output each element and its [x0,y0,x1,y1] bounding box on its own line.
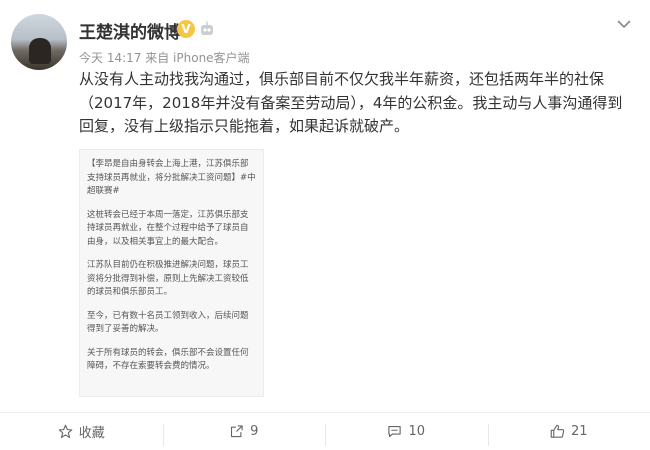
like-count: 21 [571,424,588,439]
like-button[interactable]: 21 [488,424,650,439]
favorite-label: 收藏 [79,422,105,441]
post-content: 从没有人主动找我沟通过，俱乐部目前不仅欠我半年薪资，还包括两年半的社保（2017… [79,68,635,139]
image-paragraph: 【李昂是自由身转会上海上港，江苏俱乐部支持球员再就业，将分批解决工资问题】#中超… [87,158,256,199]
robot-icon [199,21,215,36]
attached-image[interactable]: 【李昂是自由身转会上海上港，江苏俱乐部支持球员再就业，将分批解决工资问题】#中超… [79,149,264,397]
repost-button[interactable]: 9 [163,424,326,439]
action-bar: 收藏 9 10 21 [0,412,650,450]
repost-count: 9 [250,424,258,439]
image-paragraph: 关于所有球员的转会，俱乐部不会设置任何障碍，不存在索要转会费的情况。 [87,347,256,374]
comment-icon [387,424,402,439]
comment-button[interactable]: 10 [325,424,488,439]
star-icon [58,424,73,439]
image-paragraph: 这桩转会已经于本周一落定，江苏俱乐部支持球员再就业，在整个过程中给予了球员自由身… [87,209,256,250]
more-chevron-icon[interactable] [616,16,632,32]
thumb-up-icon [550,424,565,439]
post-source[interactable]: 来自 iPhone客户端 [145,51,249,65]
post-meta: 今天 14:17 来自 iPhone客户端 [79,49,250,66]
comment-count: 10 [408,424,425,439]
share-icon [229,424,244,439]
image-paragraph: 江苏队目前仍在积极推进解决问题，球员工资将分批得到补偿，原则上先解决工资较低的球… [87,259,256,300]
image-paragraph: 至今，已有数十名员工领到收入，后续问题得到了妥善的解决。 [87,310,256,337]
avatar[interactable] [11,14,67,70]
author-name[interactable]: 王楚淇的微博 [79,18,181,43]
verified-badge-icon: V [177,20,195,38]
post-time: 今天 14:17 [79,51,141,65]
favorite-button[interactable]: 收藏 [0,422,163,441]
